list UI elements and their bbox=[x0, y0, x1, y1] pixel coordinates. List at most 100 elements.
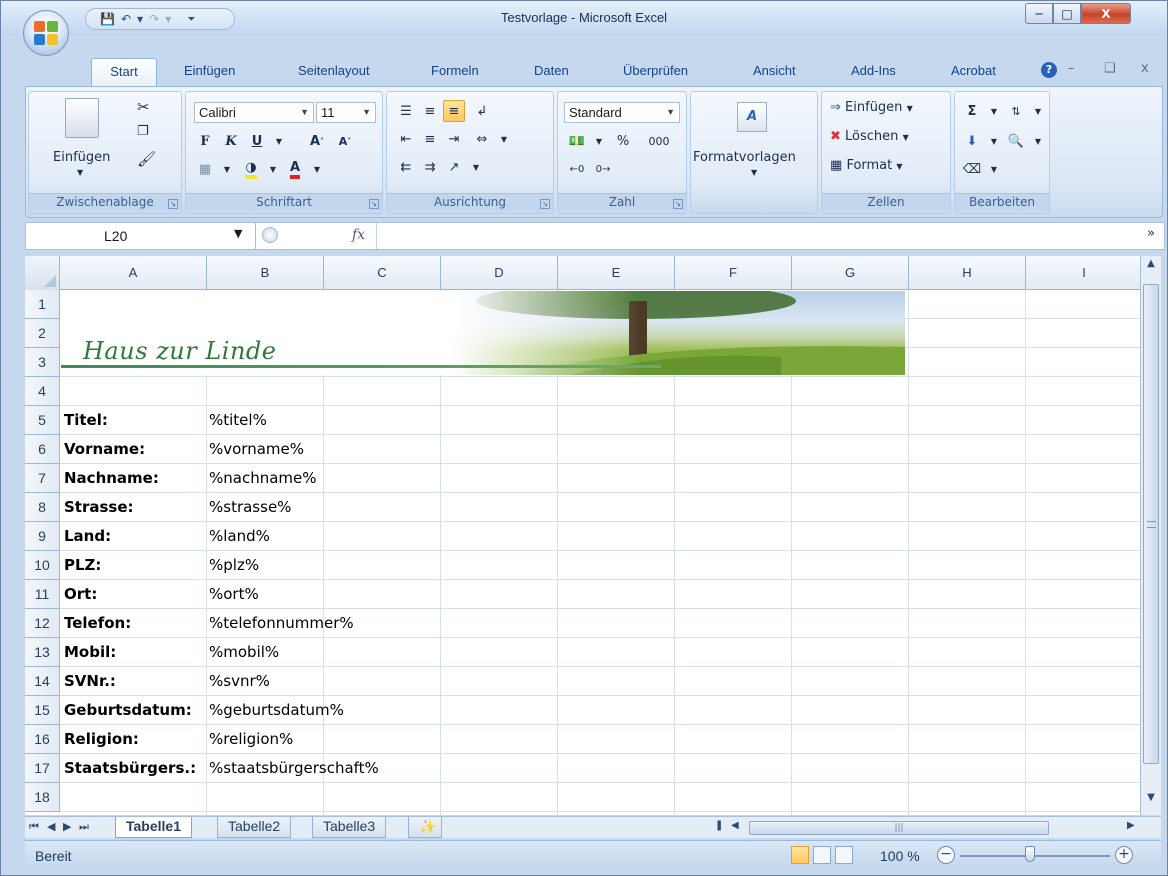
number-launcher-icon[interactable]: ↘ bbox=[673, 199, 683, 209]
borders-icon[interactable]: ▦ bbox=[194, 158, 216, 180]
merge-dropdown-icon[interactable]: ▼ bbox=[493, 128, 515, 150]
sheet-tab-tabelle3[interactable]: Tabelle3 bbox=[312, 817, 387, 838]
cell-placeholder-value[interactable]: %strasse% bbox=[209, 498, 291, 516]
format-cells-button[interactable]: ▦ Format ▼ bbox=[830, 158, 903, 173]
fill-icon[interactable]: ⬇ bbox=[961, 130, 983, 152]
help-icon[interactable]: ? bbox=[1041, 62, 1057, 78]
page-layout-view-icon[interactable] bbox=[813, 846, 831, 864]
align-top-icon[interactable]: ☰ bbox=[395, 100, 417, 122]
worksheet-grid[interactable]: ABCDEFGHI 1 2 3 4 5 6 7 8 9 10 11 12 13 14 15 16 17 18 Ha… bbox=[25, 256, 1140, 815]
scroll-right-icon[interactable]: ▶ bbox=[1127, 820, 1135, 831]
row-header-7[interactable]: 7 bbox=[25, 464, 60, 493]
row-header-15[interactable]: 15 bbox=[25, 696, 60, 725]
doc-minimize-icon[interactable]: – bbox=[1068, 61, 1075, 76]
cell-placeholder-value[interactable]: %plz% bbox=[209, 556, 259, 574]
clear-dropdown-icon[interactable]: ▼ bbox=[983, 158, 1005, 180]
row-header-13[interactable]: 13 bbox=[25, 638, 60, 667]
cell-label[interactable]: Titel: bbox=[64, 411, 108, 429]
paste-button-label[interactable]: Einfügen bbox=[53, 150, 110, 165]
cell-label[interactable]: Ort: bbox=[64, 585, 97, 603]
fill-color-dropdown-icon[interactable]: ▼ bbox=[262, 158, 284, 180]
cell-placeholder-value[interactable]: %telefonnummer% bbox=[209, 614, 354, 632]
column-header-h[interactable]: H bbox=[909, 256, 1026, 290]
clipboard-launcher-icon[interactable]: ↘ bbox=[168, 199, 178, 209]
column-header-c[interactable]: C bbox=[324, 256, 441, 290]
select-all-button[interactable] bbox=[25, 256, 60, 290]
insert-function-icon[interactable]: fx bbox=[352, 227, 365, 243]
page-break-view-icon[interactable] bbox=[835, 846, 853, 864]
row-header-10[interactable]: 10 bbox=[25, 551, 60, 580]
font-name-dropdown-icon[interactable]: ▼ bbox=[300, 103, 309, 122]
column-header-a[interactable]: A bbox=[60, 256, 207, 290]
row-header-16[interactable]: 16 bbox=[25, 725, 60, 754]
column-header-e[interactable]: E bbox=[558, 256, 675, 290]
fill-color-icon[interactable]: ◑ bbox=[240, 158, 262, 180]
cell-placeholder-value[interactable]: %nachname% bbox=[209, 469, 317, 487]
increase-decimal-icon[interactable]: ←0 bbox=[566, 158, 588, 180]
minimize-button[interactable]: ─ bbox=[1025, 3, 1053, 24]
cell-placeholder-value[interactable]: %ort% bbox=[209, 585, 259, 603]
align-middle-icon[interactable]: ≡ bbox=[419, 100, 441, 122]
fill-dropdown-icon[interactable]: ▼ bbox=[983, 130, 1005, 152]
currency-icon[interactable]: 💵 bbox=[566, 130, 588, 152]
styles-button-label[interactable]: Formatvorlagen bbox=[693, 150, 796, 165]
expand-formula-bar-icon[interactable]: » bbox=[1147, 226, 1155, 241]
tab-formeln[interactable]: Formeln bbox=[431, 63, 479, 78]
shrink-font-icon[interactable]: A ˅ bbox=[334, 130, 356, 152]
increase-indent-icon[interactable]: ⇉ bbox=[419, 156, 441, 178]
font-size-field[interactable]: 11 ▼ bbox=[316, 102, 376, 123]
vertical-scroll-thumb[interactable] bbox=[1143, 284, 1159, 764]
find-select-dropdown-icon[interactable]: ▼ bbox=[1027, 130, 1049, 152]
row-header-1[interactable]: 1 bbox=[25, 290, 60, 319]
cell-placeholder-value[interactable]: %mobil% bbox=[209, 643, 279, 661]
row-header-2[interactable]: 2 bbox=[25, 319, 60, 348]
zoom-slider-track[interactable] bbox=[960, 855, 1110, 857]
cell-placeholder-value[interactable]: %svnr% bbox=[209, 672, 270, 690]
zoom-slider-thumb[interactable] bbox=[1025, 846, 1035, 862]
doc-close-icon[interactable]: x bbox=[1141, 61, 1149, 76]
tab-add-ins[interactable]: Add-Ins bbox=[851, 63, 896, 78]
cell-label[interactable]: Geburtsdatum: bbox=[64, 701, 192, 719]
sheet-tab-tabelle1[interactable]: Tabelle1 bbox=[115, 817, 192, 838]
row-header-17[interactable]: 17 bbox=[25, 754, 60, 783]
font-color-dropdown-icon[interactable]: ▼ bbox=[306, 158, 328, 180]
cell-placeholder-value[interactable]: %land% bbox=[209, 527, 270, 545]
italic-button[interactable]: K bbox=[220, 130, 242, 152]
grow-font-icon[interactable]: A ˄ bbox=[306, 130, 328, 152]
sort-filter-icon[interactable]: ⇅ bbox=[1005, 100, 1027, 122]
decrease-indent-icon[interactable]: ⇇ bbox=[395, 156, 417, 178]
zoom-out-button[interactable]: − bbox=[937, 846, 955, 864]
next-sheet-icon[interactable]: ▶ bbox=[63, 820, 71, 833]
underline-button[interactable]: U bbox=[246, 130, 268, 152]
column-header-d[interactable]: D bbox=[441, 256, 558, 290]
align-right-icon[interactable]: ⇥ bbox=[443, 128, 465, 150]
clear-icon[interactable]: ⌫ bbox=[961, 158, 983, 180]
percent-button[interactable]: % bbox=[612, 130, 634, 152]
tab-start[interactable]: Start bbox=[91, 58, 157, 87]
column-header-f[interactable]: F bbox=[675, 256, 792, 290]
name-box-dropdown-icon[interactable]: ▼ bbox=[234, 227, 242, 240]
font-color-icon[interactable]: A bbox=[284, 158, 306, 180]
scroll-up-icon[interactable]: ▲ bbox=[1143, 258, 1159, 278]
font-launcher-icon[interactable]: ↘ bbox=[369, 199, 379, 209]
alignment-launcher-icon[interactable]: ↘ bbox=[540, 199, 550, 209]
column-header-b[interactable]: B bbox=[207, 256, 324, 290]
styles-icon[interactable]: A bbox=[737, 102, 767, 132]
cell-placeholder-value[interactable]: %staatsbürgerschaft% bbox=[209, 759, 379, 777]
tab-ansicht[interactable]: Ansicht bbox=[753, 63, 796, 78]
tab-acrobat[interactable]: Acrobat bbox=[951, 63, 996, 78]
insert-sheet-icon[interactable]: ✨ bbox=[408, 817, 442, 838]
find-select-icon[interactable]: 🔍 bbox=[1005, 130, 1027, 152]
doc-restore-icon[interactable]: ❑ bbox=[1104, 61, 1116, 76]
zoom-level[interactable]: 100 % bbox=[880, 848, 920, 864]
tab-seitenlayout[interactable]: Seitenlayout bbox=[298, 63, 370, 78]
row-header-12[interactable]: 12 bbox=[25, 609, 60, 638]
tab-ueberpruefen[interactable]: Überprüfen bbox=[623, 63, 688, 78]
previous-sheet-icon[interactable]: ◀ bbox=[47, 820, 55, 833]
paste-dropdown-icon[interactable]: ▼ bbox=[77, 168, 83, 177]
paste-icon[interactable] bbox=[65, 98, 99, 138]
autosum-icon[interactable]: Σ bbox=[961, 100, 983, 122]
orientation-dropdown-icon[interactable]: ▼ bbox=[465, 156, 487, 178]
tab-daten[interactable]: Daten bbox=[534, 63, 569, 78]
wrap-text-icon[interactable]: ↲ bbox=[471, 100, 493, 122]
